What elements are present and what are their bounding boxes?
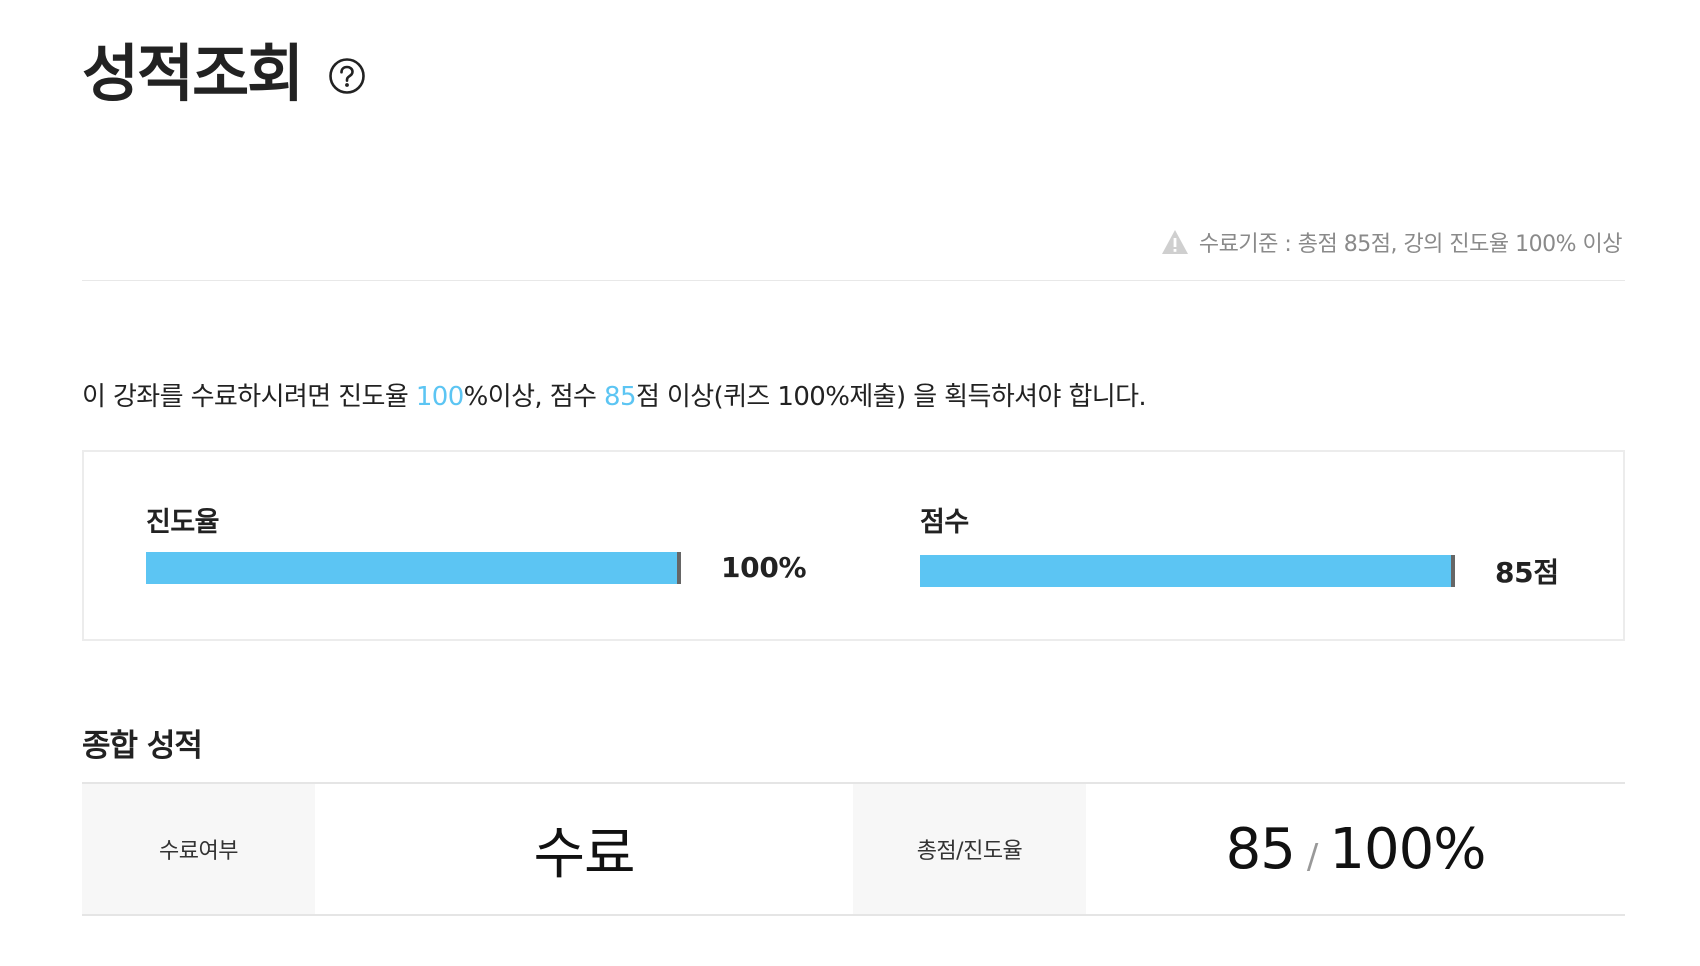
progress-value: 100% [721, 551, 807, 584]
notice-progress-requirement: 100 [415, 382, 464, 412]
total-progress-number: 100% [1329, 816, 1486, 882]
progress-bar [146, 551, 681, 584]
page-title: 성적조회 [82, 37, 304, 110]
score-label: 점수 [920, 507, 969, 538]
summary-section-title: 종합 성적 [82, 728, 203, 764]
total-score-number: 85 [1225, 816, 1296, 882]
score-bar [920, 555, 1455, 587]
score-separator: / [1306, 837, 1319, 877]
notice-score-requirement: 85 [604, 382, 636, 412]
total-score-value: 85 / 100% [1086, 784, 1625, 914]
notice-text-1: 이 강좌를 수료하시려면 진도율 [82, 382, 416, 412]
score-bar-fill [920, 555, 1455, 587]
progress-panel: 진도율 100% 점수 85점 [82, 450, 1625, 641]
criteria-text: 수료기준 : 총점 85점, 강의 진도율 100% 이상 [1198, 232, 1623, 257]
completion-status-value: 수료 [533, 821, 635, 887]
total-score-label: 총점/진도율 [853, 784, 1086, 914]
progress-metric: 진도율 100% [146, 500, 807, 584]
divider [82, 280, 1625, 281]
score-metric: 점수 85점 [920, 500, 1559, 591]
completion-status-label: 수료여부 [82, 784, 315, 914]
score-value: 85점 [1495, 556, 1559, 589]
completion-criteria: 수료기준 : 총점 85점, 강의 진도율 100% 이상 [1161, 226, 1623, 258]
completion-notice: 이 강좌를 수료하시려면 진도율 100%이상, 점수 85점 이상(퀴즈 10… [82, 376, 1147, 413]
page-header: 성적조회 [82, 34, 366, 114]
progress-label: 진도율 [146, 507, 220, 538]
notice-text-3: 점 이상(퀴즈 100%제출) 을 획득하셔야 합니다. [635, 382, 1147, 412]
summary-table: 수료여부 수료 총점/진도율 85 / 100% [82, 782, 1625, 916]
question-circle-icon[interactable] [328, 57, 366, 95]
progress-bar-fill [146, 551, 681, 584]
notice-text-2: %이상, 점수 [463, 382, 605, 412]
warning-triangle-icon [1161, 229, 1189, 255]
